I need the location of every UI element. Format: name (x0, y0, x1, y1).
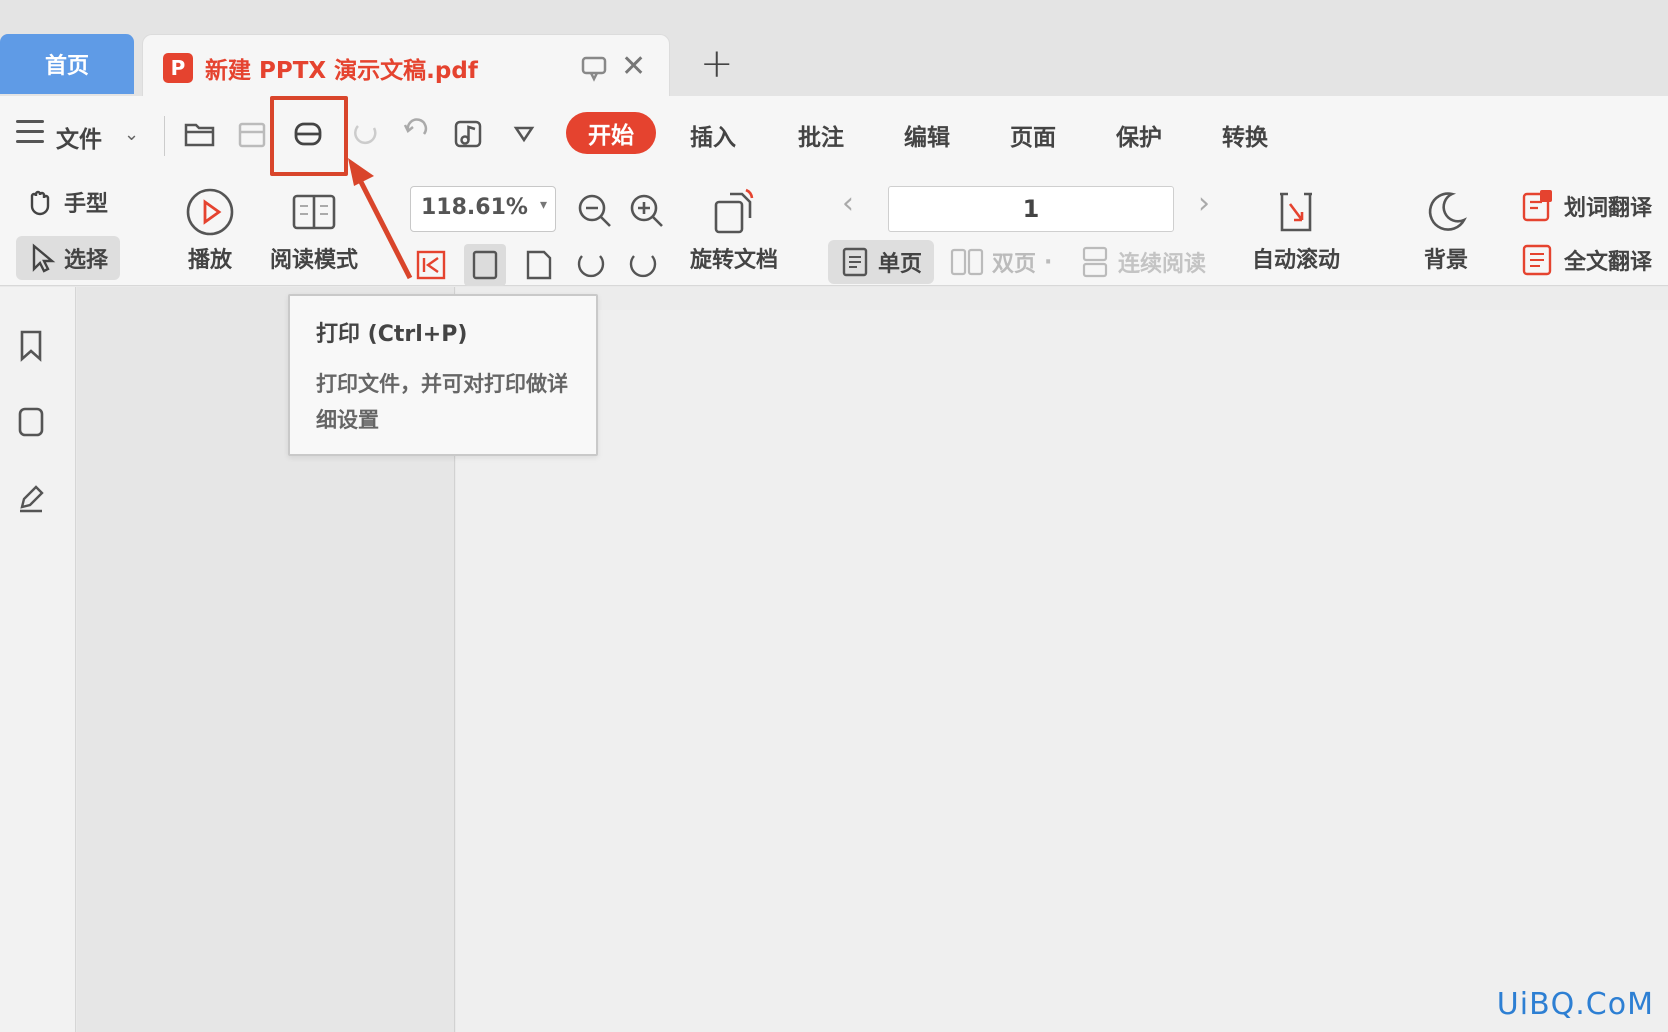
page-number-input[interactable]: 1 (888, 186, 1174, 232)
tab-comment[interactable]: 批注 (798, 118, 844, 152)
double-page-button[interactable]: 双页 · (950, 246, 1052, 278)
chevron-down-icon: · (1044, 249, 1053, 275)
pdf-reader-window: 首页 P 新建 PPTX 演示文稿.pdf ✕ + 文件 ⌄ 开始 插入 批注 … (0, 0, 1668, 1032)
single-page-label: 单页 (878, 252, 923, 277)
chevron-down-icon[interactable]: ⌄ (124, 124, 139, 145)
rotate-document-icon (714, 188, 754, 234)
signature-icon[interactable] (16, 481, 46, 515)
book-icon (292, 194, 336, 230)
word-translate-icon (1522, 190, 1552, 222)
rotate-left-icon[interactable] (570, 244, 612, 286)
customize-dropdown-icon[interactable] (506, 116, 542, 152)
thumbnail-icon[interactable] (16, 405, 46, 439)
tab-convert[interactable]: 转换 (1222, 118, 1268, 152)
hand-tool-button[interactable]: 手型 (24, 186, 108, 218)
moon-icon (1428, 192, 1467, 231)
play-button[interactable]: 播放 (184, 186, 236, 274)
tab-page[interactable]: 页面 (1010, 118, 1056, 152)
play-label: 播放 (187, 248, 232, 273)
tab-edit[interactable]: 编辑 (904, 118, 950, 152)
tab-protect[interactable]: 保护 (1116, 118, 1162, 152)
ribbon: 文件 ⌄ 开始 插入 批注 编辑 页面 保护 转换 手型 选择 播放 阅读模式 … (0, 96, 1668, 286)
redo-icon[interactable] (398, 116, 434, 152)
save-icon[interactable] (234, 116, 270, 152)
print-highlight-box (270, 96, 348, 176)
fit-page-icon[interactable] (464, 244, 506, 286)
zoom-out-icon[interactable] (574, 190, 616, 232)
tooltip-title: 打印 (Ctrl+P) (316, 322, 468, 347)
watermark: UiBQ.CoM (1496, 987, 1654, 1022)
select-tool-button[interactable]: 选择 (16, 236, 121, 280)
single-page-icon (842, 247, 868, 277)
background-button[interactable]: 背景 (1420, 186, 1472, 274)
auto-scroll-button[interactable]: 自动滚动 (1252, 186, 1340, 274)
continuous-read-icon (1082, 246, 1108, 278)
tab-home[interactable]: 首页 (0, 34, 134, 94)
continuous-read-button[interactable]: 连续阅读 (1080, 246, 1206, 278)
bookmark-icon[interactable] (16, 329, 46, 363)
pdf-logo-icon: P (163, 53, 193, 83)
select-label: 选择 (64, 248, 109, 273)
double-page-label: 双页 (992, 252, 1037, 277)
auto-scroll-label: 自动滚动 (1252, 248, 1341, 273)
left-rail (0, 287, 76, 1032)
close-tab-icon[interactable]: ✕ (621, 49, 646, 84)
previous-page-button[interactable]: ‹ (842, 186, 854, 221)
tooltip-description: 打印文件，并可对打印做详细设置 (316, 372, 568, 432)
rotate-document-button[interactable]: 旋转文档 (690, 186, 778, 274)
zoom-in-icon[interactable] (626, 190, 668, 232)
full-translate-button[interactable]: 全文翻译 (1520, 242, 1652, 278)
continuous-read-label: 连续阅读 (1118, 252, 1207, 277)
document-page[interactable] (456, 310, 1668, 1032)
separator (164, 116, 165, 156)
auto-scroll-icon (1280, 192, 1312, 232)
undo-icon[interactable] (348, 116, 384, 152)
tab-document-title: 新建 PPTX 演示文稿.pdf (205, 58, 478, 84)
background-label: 背景 (1423, 248, 1468, 273)
tab-start[interactable]: 开始 (566, 112, 656, 154)
hand-label: 手型 (64, 192, 109, 217)
print-tooltip: 打印 (Ctrl+P) 打印文件，并可对打印做详细设置 (288, 294, 598, 456)
hamburger-menu-icon[interactable] (16, 120, 44, 146)
single-page-button[interactable]: 单页 (828, 240, 935, 284)
tab-document[interactable]: P 新建 PPTX 演示文稿.pdf ✕ (142, 34, 670, 96)
pointer-arrow-annotation (348, 158, 413, 280)
pin-icon[interactable] (579, 53, 609, 83)
share-music-icon[interactable] (450, 116, 486, 152)
double-page-icon (950, 248, 984, 276)
word-translate-label: 划词翻译 (1564, 196, 1653, 221)
full-translate-label: 全文翻译 (1564, 250, 1653, 275)
rotate-right-icon[interactable] (622, 244, 664, 286)
tool-row: 手型 选择 播放 阅读模式 118.61% ▾ 旋转文档 ‹ 1 › 单页 双页… (0, 176, 1668, 286)
chevron-down-icon: ▾ (539, 197, 547, 213)
cursor-arrow-icon (32, 243, 56, 273)
file-menu[interactable]: 文件 (56, 120, 102, 154)
tab-bar: 首页 P 新建 PPTX 演示文稿.pdf ✕ + (0, 0, 1668, 96)
tab-insert[interactable]: 插入 (690, 118, 736, 152)
play-circle-icon (186, 188, 234, 236)
open-folder-icon[interactable] (182, 116, 218, 152)
rotate-document-label: 旋转文档 (690, 248, 779, 273)
new-tab-button[interactable]: + (700, 40, 734, 88)
word-translate-button[interactable]: 划词翻译 (1520, 188, 1652, 224)
menu-row: 文件 ⌄ 开始 插入 批注 编辑 页面 保护 转换 (0, 96, 1668, 176)
full-translate-icon (1522, 244, 1552, 276)
fit-width-icon[interactable] (518, 244, 560, 286)
hand-icon (30, 190, 50, 216)
next-page-button[interactable]: › (1198, 186, 1210, 221)
